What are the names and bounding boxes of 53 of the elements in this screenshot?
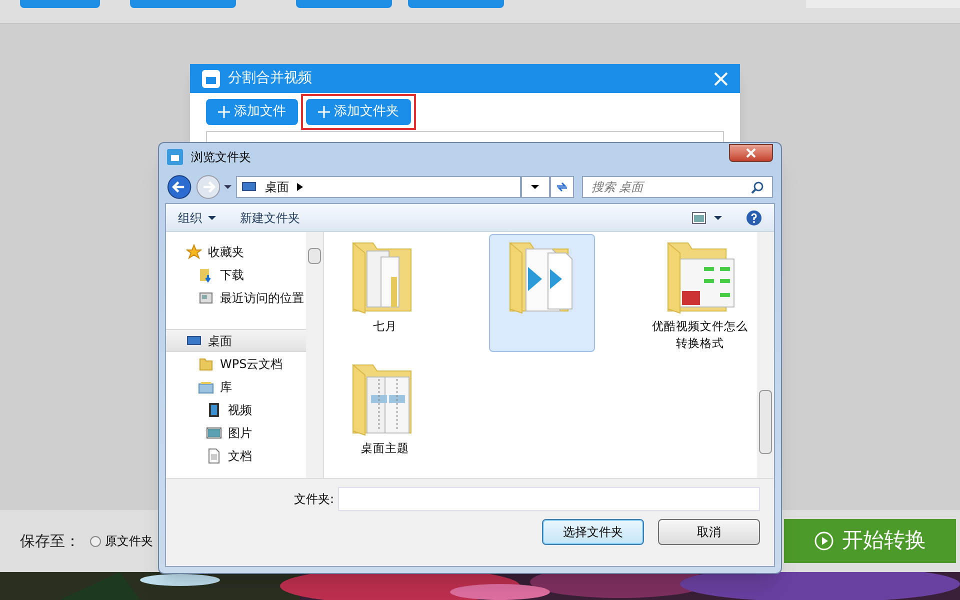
folder-icon [198,356,214,372]
chevron-icon [296,183,303,191]
dropdown-button[interactable] [521,176,550,198]
nav-item[interactable]: 图片 [166,421,306,444]
nav-item[interactable]: 视频 [166,398,306,421]
search-input[interactable]: 搜索 桌面 [591,178,752,196]
plus-icon [318,106,330,118]
back-icon[interactable] [167,174,192,200]
folder-field[interactable] [338,487,760,511]
start-button[interactable]: 开始转换 [784,519,956,563]
dialog-title: 分割合并视频 [228,69,312,88]
dialog-button[interactable]: 取消 [658,519,760,545]
refresh-icon [554,180,569,194]
caret-icon [208,214,216,222]
nav-item[interactable]: 文档 [166,444,306,467]
film-icon [206,402,222,418]
nav-item[interactable]: WPS云文档 [166,352,306,375]
address-bar[interactable]: 桌面 [236,176,522,198]
help-icon[interactable] [746,210,762,226]
close-icon [746,148,756,158]
radio-option[interactable]: 原文件夹 [90,532,153,550]
folder-item[interactable]: 七月 [332,234,438,352]
nav-item[interactable]: 最近访问的位置 [166,286,306,309]
folder-app-icon [167,149,183,165]
search-field[interactable]: 搜索 桌面 [582,176,774,198]
field-label: 文件夹: [294,491,334,508]
view-icon[interactable] [692,212,706,224]
folder-item[interactable]: 桌面主题 [332,356,438,474]
search-icon [751,180,764,194]
image-icon [206,424,222,440]
nav-item[interactable]: 下载 [166,263,306,286]
recent-places-icon [198,290,214,306]
folder-item[interactable]: 优酷视频文件怎么转换格式 [646,234,753,352]
organize-menu[interactable]: 组织 [178,208,216,226]
close-icon[interactable] [714,72,728,86]
nav-item[interactable]: 桌面 [166,329,306,352]
nav-item[interactable]: 库 [166,375,306,398]
nav-item[interactable]: 收藏夹 [166,240,306,263]
toolbar-button[interactable]: 新建文件夹 [240,208,300,226]
camera-icon [202,70,220,88]
play-icon [814,531,834,551]
save-label: 保存至： [20,530,80,552]
dropdown-icon[interactable] [714,214,722,222]
scrollbar[interactable] [306,232,323,478]
plus-icon [218,106,230,118]
window-title: 浏览文件夹 [191,149,251,166]
folder-item[interactable] [489,234,596,352]
close-button[interactable] [729,144,773,162]
refresh-button[interactable] [550,176,574,198]
star-icon [186,244,202,260]
scrollbar[interactable] [757,232,774,478]
document-icon [206,448,222,464]
dialog-button[interactable]: 选择文件夹 [542,519,644,545]
